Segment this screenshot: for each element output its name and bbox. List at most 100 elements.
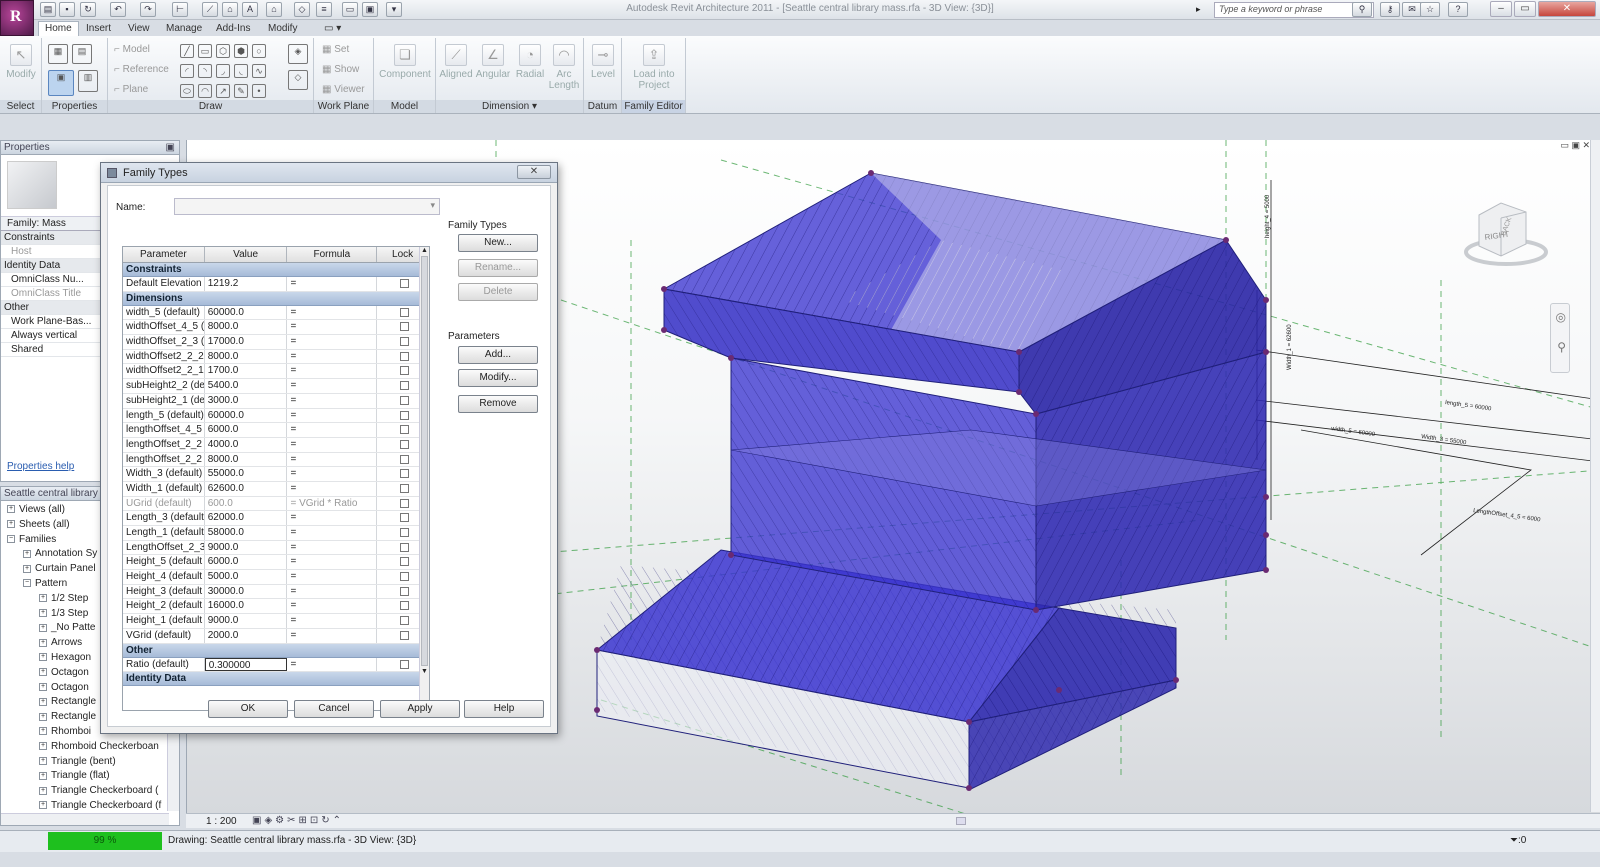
lock-checkbox[interactable] [399, 395, 409, 405]
formula-cell[interactable]: = [287, 614, 378, 628]
view-scale[interactable]: 1 : 200 [206, 816, 237, 827]
rectangle-icon[interactable]: ▭ [198, 44, 212, 58]
type-properties-icon[interactable]: ▥ [78, 70, 98, 92]
value-cell[interactable]: 6000.0 [205, 423, 288, 437]
undo-icon[interactable]: ↶ [110, 2, 126, 17]
family-category-icon[interactable]: ▤ [72, 44, 92, 64]
lock-checkbox[interactable] [399, 410, 409, 420]
value-cell[interactable]: 4000.0 [205, 437, 288, 452]
name-dropdown[interactable]: ▾ [174, 198, 440, 215]
value-cell[interactable]: 8000.0 [205, 320, 288, 335]
close-icon[interactable]: ✕ [1538, 1, 1596, 17]
grid-section-header[interactable]: Identity Data⌄ [123, 672, 429, 687]
point-icon[interactable]: • [252, 84, 266, 98]
search-expand-icon[interactable]: ▸ [1196, 4, 1201, 15]
open-icon[interactable]: ▤ [40, 2, 56, 17]
steering-wheel-icon[interactable]: ◎ [1556, 310, 1566, 324]
scroll-thumb[interactable] [421, 256, 428, 666]
value-cell[interactable]: 9000.0 [205, 614, 288, 628]
zoom-icon[interactable]: ⚲ [1557, 340, 1566, 354]
spline-icon[interactable]: ∿ [252, 64, 266, 78]
tab-add-ins[interactable]: Add-Ins [210, 22, 256, 37]
value-cell[interactable]: 55000.0 [205, 467, 288, 481]
reference-plane-tool[interactable]: ⌐ Plane [114, 84, 148, 95]
level-button[interactable]: ⊸ Level [586, 44, 620, 80]
modify-parameter-button[interactable]: Modify... [458, 369, 538, 387]
application-menu-button[interactable]: R [0, 0, 34, 36]
reference-line-tool[interactable]: ⌐ Reference [114, 64, 169, 75]
measure-icon[interactable]: ⊢ [172, 2, 188, 17]
aligned-dimension-button[interactable]: ⟋ Aligned [438, 44, 474, 80]
value-cell[interactable]: 8000.0 [205, 349, 288, 364]
lock-checkbox[interactable] [399, 513, 409, 523]
cancel-button[interactable]: Cancel [294, 700, 374, 718]
family-types-icon[interactable]: ▦ [48, 44, 68, 64]
remove-parameter-button[interactable]: Remove [458, 395, 538, 413]
partial-ellipse-icon[interactable]: ◠ [198, 84, 212, 98]
inscribed-polygon-icon[interactable]: ⬢ [234, 44, 248, 58]
minimize-icon[interactable]: – [1490, 1, 1512, 17]
lock-checkbox[interactable] [399, 351, 409, 361]
value-cell[interactable]: 16000.0 [205, 599, 288, 614]
formula-cell[interactable]: = [287, 408, 378, 423]
modify-button[interactable]: ↖ Modify [4, 44, 38, 80]
value-cell[interactable]: 8000.0 [205, 452, 288, 467]
lock-checkbox[interactable] [399, 307, 409, 317]
help-button[interactable]: Help [464, 700, 544, 718]
lock-checkbox[interactable] [399, 381, 409, 391]
save-icon[interactable]: ▪ [59, 2, 75, 17]
formula-cell[interactable]: = [287, 511, 378, 525]
formula-cell[interactable]: = [287, 379, 378, 393]
grid-section-header[interactable]: Dimensions⌃ [123, 291, 429, 306]
formula-cell[interactable]: = [287, 540, 378, 555]
lock-checkbox[interactable] [399, 322, 409, 332]
apply-button[interactable]: Apply [380, 700, 460, 718]
formula-cell[interactable]: = VGrid * Ratio [287, 496, 378, 511]
lock-checkbox[interactable] [399, 454, 409, 464]
expand-icon[interactable]: + [39, 727, 47, 736]
tab-modify[interactable]: Modify [262, 22, 303, 37]
formula-cell[interactable]: = [287, 481, 378, 496]
lock-checkbox[interactable] [399, 337, 409, 347]
search-input[interactable]: Type a keyword or phrase [1214, 2, 1374, 18]
lock-checkbox[interactable] [399, 630, 409, 640]
expand-icon[interactable]: + [39, 712, 47, 721]
lock-checkbox[interactable] [399, 425, 409, 435]
tree-item[interactable]: + Triangle Checkerboard ( [7, 784, 179, 799]
lock-checkbox[interactable] [399, 586, 409, 596]
arc-length-button[interactable]: ◠ Arc Length [548, 44, 580, 91]
lock-checkbox[interactable] [399, 659, 409, 669]
browser-h-scrollbar[interactable] [1, 813, 169, 825]
lock-checkbox[interactable] [399, 601, 409, 611]
switch-windows-icon[interactable]: ▣ [362, 2, 378, 17]
subscription-icon[interactable]: ⚷ [1380, 2, 1400, 17]
maximize-icon[interactable]: ▭ [1514, 1, 1536, 17]
show-work-plane-button[interactable]: ▦ Show [322, 64, 359, 75]
formula-cell[interactable]: = [287, 277, 378, 291]
help-icon[interactable]: ? [1448, 2, 1468, 17]
expand-icon[interactable]: + [39, 623, 47, 632]
formula-cell[interactable]: = [287, 467, 378, 481]
expand-icon[interactable]: + [39, 608, 47, 617]
thin-lines-icon[interactable]: ≡ [316, 2, 332, 17]
draw-on-plane-icon[interactable]: ◇ [288, 70, 308, 90]
tab-insert[interactable]: Insert [80, 22, 117, 37]
formula-cell[interactable]: = [287, 452, 378, 467]
3d-view-icon[interactable]: ⌂ [266, 2, 282, 17]
grid-section-header[interactable]: Other⌃ [123, 643, 429, 658]
lock-checkbox[interactable] [399, 279, 409, 288]
value-cell[interactable]: 5000.0 [205, 570, 288, 584]
expand-icon[interactable]: + [39, 638, 47, 647]
redo-icon[interactable]: ↷ [140, 2, 156, 17]
expand-icon[interactable]: + [39, 786, 47, 795]
formula-cell[interactable]: = [287, 570, 378, 584]
rename-type-button[interactable]: Rename... [458, 259, 538, 277]
pick-lines-icon[interactable]: ↗ [216, 84, 230, 98]
tree-item[interactable]: + Triangle (bent) [7, 755, 179, 770]
value-cell[interactable]: 2000.0 [205, 628, 288, 643]
formula-cell[interactable]: = [287, 437, 378, 452]
formula-cell[interactable]: = [287, 657, 378, 672]
expand-icon[interactable]: + [7, 505, 15, 514]
communication-icon[interactable]: ✉ [1402, 2, 1422, 17]
formula-cell[interactable]: = [287, 364, 378, 379]
